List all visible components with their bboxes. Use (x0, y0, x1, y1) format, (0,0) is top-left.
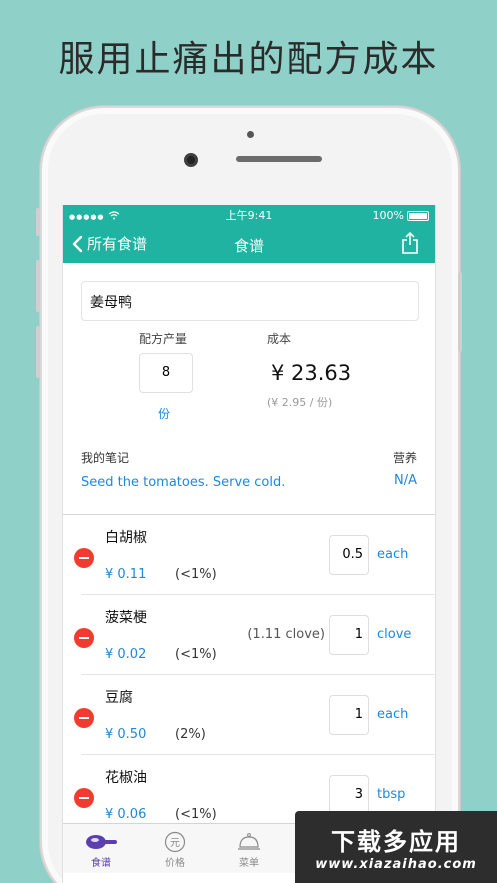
delete-icon[interactable] (74, 788, 94, 808)
yield-label: 配方产量 (139, 332, 188, 346)
tab-label: 菜单 (239, 858, 259, 869)
ingredient-price: ¥ 0.11 (105, 567, 147, 582)
share-icon (402, 231, 418, 254)
battery-icon (407, 210, 429, 221)
front-camera (184, 153, 198, 167)
delete-icon[interactable] (74, 548, 94, 568)
ingredient-percent: (<1%) (175, 807, 217, 822)
ingredient-quantity-input[interactable]: 0.5 (329, 535, 369, 575)
speaker-grille (236, 156, 322, 162)
cloche-icon (238, 833, 260, 850)
ingredient-price: ¥ 0.02 (105, 647, 147, 662)
battery-indicator: 100% (373, 209, 429, 222)
ingredient-name: 白胡椒 (105, 530, 147, 546)
status-bar: ●●●●● 上午9:41 100% (63, 205, 435, 225)
ingredient-unit-link[interactable]: tbsp (377, 787, 405, 802)
ingredient-unit-link[interactable]: each (377, 707, 408, 722)
volume-up-button (36, 260, 40, 312)
app-screen: ●●●●● 上午9:41 100% 所有食谱 食谱 姜母鸭 配方产量 8 份 成… (62, 205, 436, 883)
delete-icon[interactable] (74, 708, 94, 728)
delete-icon[interactable] (74, 628, 94, 648)
cost-label: 成本 (267, 332, 292, 346)
notes-label: 我的笔记 (81, 451, 130, 465)
tab-recipes[interactable]: 食谱 (71, 830, 131, 869)
cost-per-serving: (¥ 2.95 / 份) (267, 396, 333, 409)
pan-icon (86, 835, 117, 849)
ingredient-quantity-input[interactable]: 3 (329, 775, 369, 815)
nutrition-link[interactable]: N/A (394, 473, 417, 488)
site-watermark: 下载多应用 www.xiazaihao.com (295, 811, 497, 883)
tab-prices[interactable]: 元 价格 (145, 830, 205, 869)
ingredient-price: ¥ 0.06 (105, 807, 147, 822)
ingredient-conversion: (1.11 clove) (247, 627, 325, 642)
ingredient-name: 花椒油 (105, 770, 147, 786)
ingredient-percent: (<1%) (175, 567, 217, 582)
nav-bar: 所有食谱 食谱 (63, 225, 435, 263)
tab-label: 价格 (165, 858, 185, 869)
ingredient-row[interactable]: 白胡椒 ¥ 0.11 (<1%) 0.5 each (63, 515, 435, 595)
ingredient-row[interactable]: 菠菜梗 ¥ 0.02 (<1%) (1.11 clove) 1 clove (63, 595, 435, 675)
ingredient-name: 菠菜梗 (105, 610, 147, 626)
yuan-coin-icon: 元 (164, 831, 186, 853)
watermark-url: www.xiazaihao.com (315, 857, 477, 872)
recipe-name-field[interactable]: 姜母鸭 (81, 281, 419, 321)
ingredient-quantity-input[interactable]: 1 (329, 615, 369, 655)
share-button[interactable] (401, 231, 419, 259)
yield-unit-link[interactable]: 份 (158, 405, 170, 422)
watermark-title: 下载多应用 (331, 828, 461, 856)
ingredient-percent: (<1%) (175, 647, 217, 662)
nutrition-label: 营养 (392, 451, 417, 465)
cost-value: ¥ 23.63 (271, 361, 352, 385)
ingredient-percent: (2%) (175, 727, 206, 742)
ingredient-row[interactable]: 豆腐 ¥ 0.50 (2%) 1 each (63, 675, 435, 755)
yield-input[interactable]: 8 (139, 353, 193, 393)
ingredient-quantity-input[interactable]: 1 (329, 695, 369, 735)
sensor-dot (247, 131, 254, 138)
ingredient-unit-link[interactable]: clove (377, 627, 411, 642)
ingredient-name: 豆腐 (105, 690, 133, 706)
nav-title: 食谱 (233, 237, 264, 255)
tab-menus[interactable]: 菜单 (219, 830, 279, 869)
notes-link[interactable]: Seed the tomatoes. Serve cold. (81, 475, 285, 490)
power-button (458, 272, 462, 352)
tab-label: 食谱 (91, 858, 111, 869)
mute-switch (36, 208, 40, 236)
svg-text:元: 元 (170, 838, 180, 849)
headline: 服用止痛出的配方成本 (58, 39, 439, 80)
ingredient-unit-link[interactable]: each (377, 547, 408, 562)
ingredient-price: ¥ 0.50 (105, 727, 147, 742)
volume-down-button (36, 326, 40, 378)
